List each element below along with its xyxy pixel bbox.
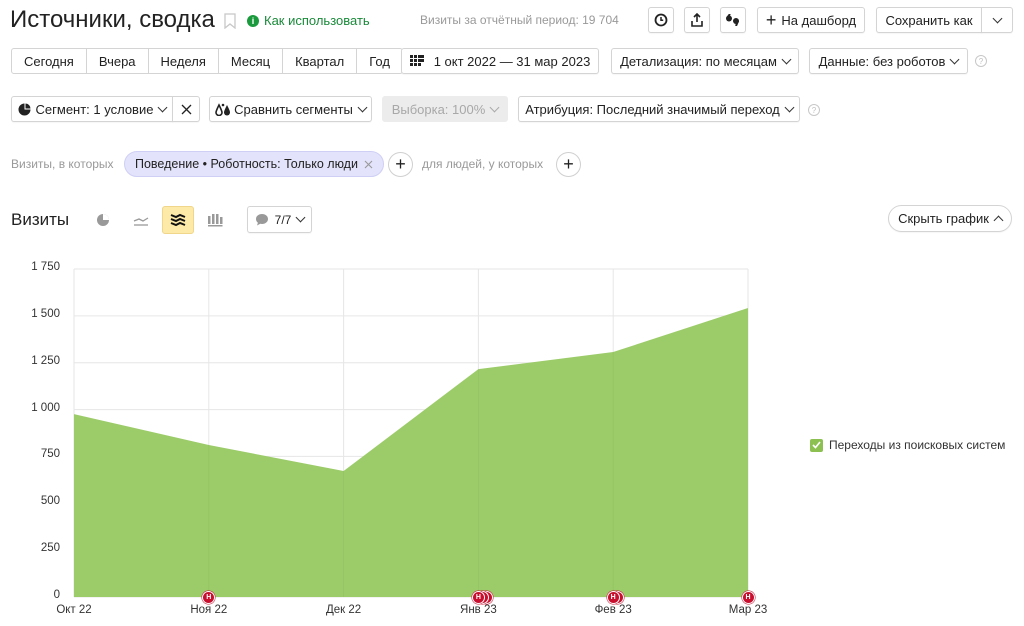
bar-chart-icon xyxy=(208,214,223,227)
attribution-dropdown[interactable]: Атрибуция: Последний значимый переход xyxy=(518,96,800,122)
tab-week[interactable]: Неделя xyxy=(149,49,219,73)
add-to-dashboard-button[interactable]: + На дашборд xyxy=(757,7,865,33)
info-icon: i xyxy=(247,14,259,27)
view-area-button[interactable] xyxy=(162,206,194,234)
x-tick-label: Фев 23 xyxy=(594,604,632,616)
sample-dropdown: Выборка: 100% xyxy=(382,96,508,122)
view-pie-button[interactable] xyxy=(87,206,119,234)
view-line-button[interactable] xyxy=(125,206,157,234)
sample-label: Выборка: 100% xyxy=(391,101,486,117)
close-icon[interactable] xyxy=(364,160,373,169)
series-count: 7/7 xyxy=(274,212,292,227)
area-chart-icon xyxy=(170,213,186,227)
x-tick-label: Янв 23 xyxy=(460,604,497,616)
tab-yesterday[interactable]: Вчера xyxy=(87,49,149,73)
date-range-label: 1 окт 2022 — 31 мар 2023 xyxy=(433,53,591,69)
x-tick-label: Дек 22 xyxy=(325,604,362,616)
bookmark-icon[interactable] xyxy=(224,13,236,32)
people-condition-label: для людей, у которых xyxy=(422,157,544,171)
history-button[interactable] xyxy=(648,7,674,33)
clock-icon xyxy=(654,13,668,27)
visits-total: Визиты за отчётный период: 19 704 xyxy=(420,13,619,27)
chevron-up-icon xyxy=(993,215,1004,226)
chevron-down-icon xyxy=(992,13,1002,23)
chevron-down-icon xyxy=(784,102,795,112)
tab-quarter[interactable]: Квартал xyxy=(283,49,358,73)
save-as-label: Сохранить как xyxy=(885,12,973,28)
y-tick-label: 750 xyxy=(40,448,60,461)
checkbox-checked-icon[interactable] xyxy=(810,438,823,452)
x-tick-label: Ноя 22 xyxy=(190,604,228,616)
period-tabs: Сегодня Вчера Неделя Месяц Квартал Год xyxy=(11,48,403,74)
detail-label: Детализация: по месяцам xyxy=(620,53,777,69)
annotation-marker[interactable]: Н xyxy=(606,591,620,604)
chevron-down-icon xyxy=(489,102,500,112)
detail-dropdown[interactable]: Детализация: по месяцам xyxy=(611,48,799,74)
save-as-button[interactable]: Сохранить как xyxy=(876,7,982,33)
visits-condition-label: Визиты, в которых xyxy=(11,157,114,171)
date-range-picker[interactable]: 1 окт 2022 — 31 мар 2023 xyxy=(401,48,599,74)
drops-icon xyxy=(215,102,231,116)
legend-item[interactable]: Переходы из поисковых систем xyxy=(810,438,1005,452)
segment-clear-button[interactable] xyxy=(172,96,200,122)
pie-icon xyxy=(18,103,31,115)
chevron-down-icon xyxy=(781,54,792,64)
comment-icon xyxy=(255,214,268,226)
help-icon[interactable]: ? xyxy=(808,104,820,116)
line-chart-icon xyxy=(133,217,149,226)
condition-chip-label: Поведение • Роботность: Только люди xyxy=(135,157,358,171)
view-bar-button[interactable] xyxy=(199,206,231,234)
y-tick-label: 0 xyxy=(53,589,60,601)
x-tick-label: Окт 22 xyxy=(56,604,92,616)
close-icon xyxy=(181,104,191,114)
tab-today[interactable]: Сегодня xyxy=(12,49,87,73)
how-to-use-link[interactable]: i Как использовать xyxy=(247,13,370,28)
y-tick-label: 1 500 xyxy=(31,307,60,320)
chevron-down-icon xyxy=(295,212,306,223)
comments-button[interactable] xyxy=(720,7,746,33)
upload-icon xyxy=(691,13,703,27)
chart-metric-title: Визиты xyxy=(11,210,70,229)
annotation-marker[interactable]: Н xyxy=(741,591,755,604)
add-to-dashboard-label: На дашборд xyxy=(781,12,857,28)
visits-area-chart xyxy=(73,268,749,598)
hide-chart-label: Скрыть график xyxy=(898,211,989,226)
segment-label: Сегмент: 1 условие xyxy=(35,101,154,117)
chevron-down-icon xyxy=(949,54,960,64)
add-visit-condition-button[interactable]: + xyxy=(388,152,413,177)
quote-icon xyxy=(726,14,739,26)
annotation-marker[interactable]: Н xyxy=(202,591,216,604)
plus-icon: + xyxy=(765,10,777,30)
hide-chart-button[interactable]: Скрыть график xyxy=(888,205,1012,232)
add-people-condition-button[interactable]: + xyxy=(556,152,581,177)
save-as-dropdown[interactable] xyxy=(981,7,1013,33)
condition-chip[interactable]: Поведение • Роботность: Только люди xyxy=(124,151,384,177)
tab-year[interactable]: Год xyxy=(357,49,402,73)
series-selector[interactable]: 7/7 xyxy=(247,206,312,233)
how-to-use-label: Как использовать xyxy=(264,13,370,28)
x-tick-label: Мар 23 xyxy=(728,604,768,616)
legend-label: Переходы из поисковых систем xyxy=(829,438,1006,452)
calendar-icon xyxy=(409,55,424,66)
pie-chart-icon xyxy=(97,214,109,226)
data-dropdown[interactable]: Данные: без роботов xyxy=(809,48,968,74)
y-tick-label: 1 750 xyxy=(31,261,60,273)
y-tick-label: 1 250 xyxy=(31,354,60,367)
segment-dropdown[interactable]: Сегмент: 1 условие xyxy=(11,96,173,122)
attribution-label: Атрибуция: Последний значимый переход xyxy=(525,101,780,117)
tab-month[interactable]: Месяц xyxy=(219,49,284,73)
compare-segments-dropdown[interactable]: Сравнить сегменты xyxy=(209,96,372,122)
data-label: Данные: без роботов xyxy=(818,53,946,69)
annotation-marker[interactable]: Н xyxy=(471,591,485,604)
chevron-down-icon xyxy=(158,102,168,112)
chevron-down-icon xyxy=(357,102,368,112)
export-button[interactable] xyxy=(684,7,710,33)
y-tick-label: 250 xyxy=(40,542,60,555)
compare-label: Сравнить сегменты xyxy=(234,101,353,117)
y-tick-label: 500 xyxy=(40,495,60,508)
y-tick-label: 1 000 xyxy=(31,401,60,414)
page-title: Источники, сводка xyxy=(10,6,215,33)
area-series xyxy=(74,307,748,597)
help-icon[interactable]: ? xyxy=(975,55,987,67)
